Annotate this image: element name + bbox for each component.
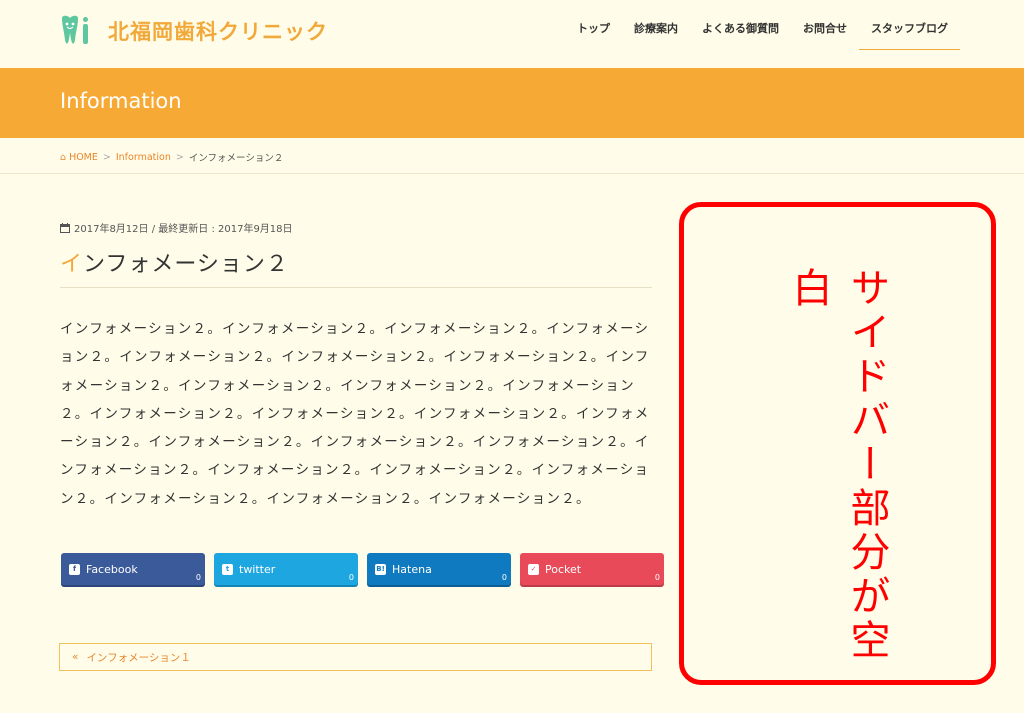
share-label: twitter xyxy=(239,562,276,576)
breadcrumb: ⌂ HOME > Information > インフォメーション２ xyxy=(60,150,284,165)
prev-post-label: インフォメーション１ xyxy=(86,651,191,664)
breadcrumb-divider xyxy=(0,173,1024,174)
page-title: Information xyxy=(60,89,182,113)
breadcrumb-separator: > xyxy=(102,151,111,163)
share-count: 0 xyxy=(195,573,201,582)
annotation-text: サイドバー部分が空白 xyxy=(785,267,890,663)
calendar-icon xyxy=(60,222,70,233)
nav-item-faq[interactable]: よくある御質問 xyxy=(690,8,791,50)
post-title-rest: ンフォメーション２ xyxy=(83,252,289,277)
pocket-share-button[interactable]: ✓ Pocket 0 xyxy=(520,553,664,585)
post-title-first-char: イ xyxy=(60,252,84,277)
nav-item-staff-blog[interactable]: スタッフブログ xyxy=(859,8,960,50)
twitter-share-button[interactable]: t twitter 0 xyxy=(214,553,358,585)
nav-item-top[interactable]: トップ xyxy=(565,8,622,50)
share-count: 0 xyxy=(654,573,660,582)
share-label: Pocket xyxy=(545,562,582,576)
nav-item-contact[interactable]: お問合せ xyxy=(791,8,859,50)
tooth-logo-icon xyxy=(62,15,88,44)
twitter-icon: t xyxy=(222,563,233,575)
facebook-icon: f xyxy=(69,563,80,575)
share-label: Facebook xyxy=(86,562,138,576)
prev-arrow: « xyxy=(72,651,79,663)
page-title-band: Information xyxy=(0,68,1024,138)
breadcrumb-home[interactable]: ⌂ HOME xyxy=(60,152,98,163)
prev-post-link[interactable]: « インフォメーション１ xyxy=(59,643,652,671)
breadcrumb-current: インフォメーション２ xyxy=(188,153,284,164)
breadcrumb-home-label: HOME xyxy=(69,151,98,163)
share-count: 0 xyxy=(501,573,507,582)
post-meta: 2017年8月12日 / 最終更新日 : 2017年9月18日 xyxy=(60,220,293,235)
site-logo[interactable]: 北福岡歯科クリニック xyxy=(58,14,328,48)
nav-item-services[interactable]: 診療案内 xyxy=(622,8,690,50)
logo-text: 北福岡歯科クリニック xyxy=(108,20,328,44)
site-header: 北福岡歯科クリニック トップ 診療案内 よくある御質問 お問合せ スタッフブログ xyxy=(0,0,1024,68)
home-icon: ⌂ xyxy=(60,151,67,163)
share-label: Hatena xyxy=(392,562,432,576)
breadcrumb-category[interactable]: Information xyxy=(116,152,171,163)
sidebar-empty-annotation: サイドバー部分が空白 xyxy=(679,202,996,685)
post-date: 2017年8月12日 / 最終更新日 : 2017年9月18日 xyxy=(74,224,293,235)
main-nav: トップ 診療案内 よくある御質問 お問合せ スタッフブログ xyxy=(565,8,960,50)
pocket-icon: ✓ xyxy=(528,563,539,575)
breadcrumb-separator: > xyxy=(175,151,184,163)
hatena-icon: B! xyxy=(375,563,386,575)
share-buttons: f Facebook 0 t twitter 0 B! Hatena 0 ✓ P… xyxy=(61,553,664,585)
post-title: インフォメーション２ xyxy=(60,246,652,288)
hatena-share-button[interactable]: B! Hatena 0 xyxy=(367,553,511,585)
facebook-share-button[interactable]: f Facebook 0 xyxy=(61,553,205,585)
post-body: インフォメーション２。インフォメーション２。インフォメーション２。インフォメーシ… xyxy=(60,321,650,507)
share-count: 0 xyxy=(348,573,354,582)
